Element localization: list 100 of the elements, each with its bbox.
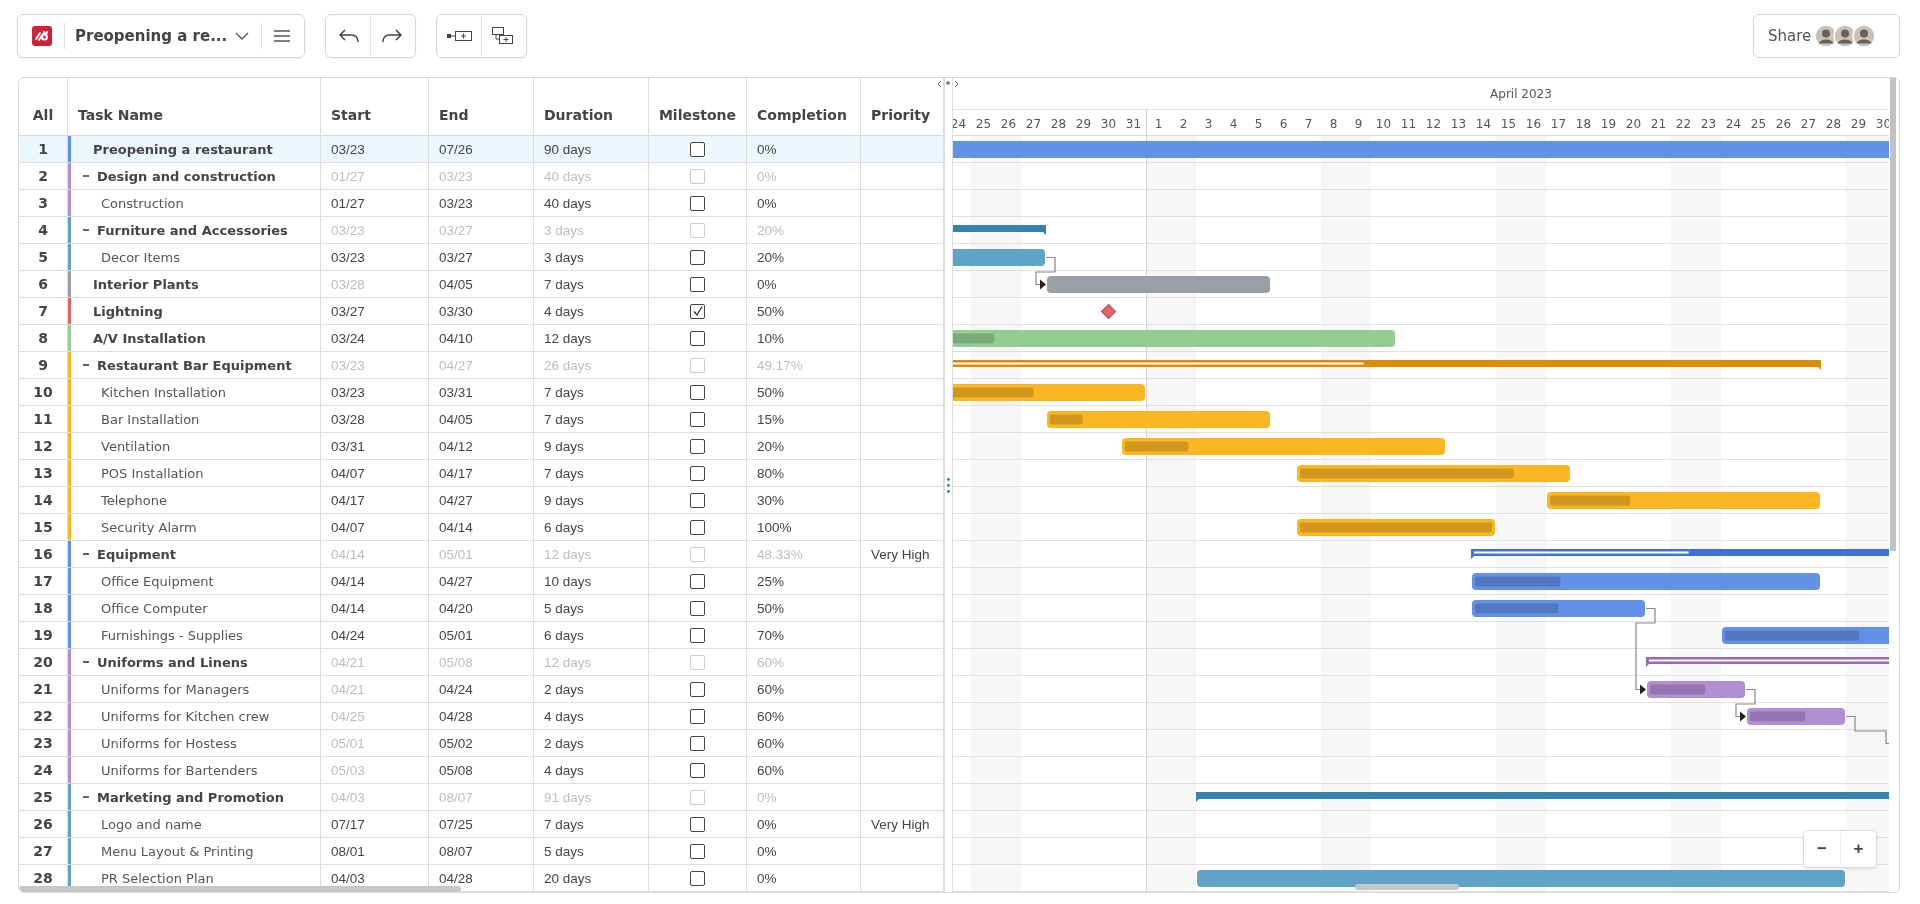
completion: 48.33% bbox=[747, 541, 861, 568]
day-label: 19 bbox=[1600, 117, 1617, 131]
milestone-checkbox[interactable] bbox=[690, 438, 705, 454]
milestone-checkbox[interactable] bbox=[690, 573, 705, 589]
table-row[interactable]: 25 Marketing and Promotion 04/03 08/07 91 days 0% bbox=[19, 784, 944, 811]
table-row[interactable]: 26 Logo and name 07/17 07/25 7 days 0% Very High bbox=[19, 811, 944, 838]
collapse-toggle-icon[interactable] bbox=[83, 794, 89, 800]
horizontal-scrollbar[interactable] bbox=[19, 886, 461, 892]
table-row[interactable]: 17 Office Equipment 04/14 04/27 10 days 25% bbox=[19, 568, 944, 595]
table-row[interactable]: 19 Furnishings - Supplies 04/24 05/01 6 days 70% bbox=[19, 622, 944, 649]
start-date: 03/23 bbox=[321, 352, 429, 379]
table-row[interactable]: 6 Interior Plants 03/28 04/05 7 days 0% bbox=[19, 271, 944, 298]
start-date: 05/03 bbox=[321, 757, 429, 784]
start-date: 08/01 bbox=[321, 838, 429, 865]
start-date: 03/28 bbox=[321, 271, 429, 298]
milestone-checkbox[interactable] bbox=[690, 708, 705, 724]
vertical-scrollbar[interactable] bbox=[1890, 78, 1896, 551]
end-date: 04/14 bbox=[429, 514, 534, 541]
start-date: 04/25 bbox=[321, 703, 429, 730]
end-date: 04/27 bbox=[429, 352, 534, 379]
table-row[interactable]: 16 Equipment 04/14 05/01 12 days 48.33% Very High bbox=[19, 541, 944, 568]
milestone-checkbox[interactable] bbox=[690, 735, 705, 751]
table-row[interactable]: 5 Decor Items 03/23 03/27 3 days 20% bbox=[19, 244, 944, 271]
milestone-checkbox[interactable] bbox=[690, 492, 705, 508]
start-date: 03/28 bbox=[321, 406, 429, 433]
summary-bar[interactable] bbox=[1196, 792, 1889, 802]
table-row[interactable]: 8 A/V Installation 03/24 04/10 12 days 10% bbox=[19, 325, 944, 352]
table-row[interactable]: 2 Design and construction 01/27 03/23 40 days 0% bbox=[19, 163, 944, 190]
table-row[interactable]: 10 Kitchen Installation 03/23 03/31 7 days 50% bbox=[19, 379, 944, 406]
table-row[interactable]: 23 Uniforms for Hostess 05/01 05/02 2 days 60% bbox=[19, 730, 944, 757]
table-row[interactable]: 15 Security Alarm 04/07 04/14 6 days 100% bbox=[19, 514, 944, 541]
milestone-checkbox[interactable] bbox=[690, 195, 705, 211]
start-date: 03/23 bbox=[321, 217, 429, 244]
zoom-out-button[interactable]: − bbox=[1804, 831, 1840, 867]
completion: 0% bbox=[747, 190, 861, 217]
end-date: 03/27 bbox=[429, 217, 534, 244]
end-date: 04/20 bbox=[429, 595, 534, 622]
project-title-dropdown[interactable]: Preopening a re... bbox=[65, 16, 262, 56]
end-date: 05/01 bbox=[429, 622, 534, 649]
resize-grip-icon[interactable] bbox=[947, 477, 950, 493]
start-date: 03/31 bbox=[321, 433, 429, 460]
milestone-checkbox[interactable] bbox=[690, 303, 705, 319]
horizontal-scrollbar[interactable] bbox=[1355, 884, 1459, 890]
collapse-arrows-icon[interactable] bbox=[937, 80, 959, 88]
table-row[interactable]: 4 Furniture and Accessories 03/23 03/27 3 days 20% bbox=[19, 217, 944, 244]
completion: 20% bbox=[747, 433, 861, 460]
day-label: 7 bbox=[1304, 117, 1313, 131]
milestone-checkbox[interactable] bbox=[690, 762, 705, 778]
collapse-toggle-icon[interactable] bbox=[83, 551, 89, 557]
milestone-checkbox[interactable] bbox=[690, 384, 705, 400]
table-row[interactable]: 3 Construction 01/27 03/23 40 days 0% bbox=[19, 190, 944, 217]
completion: 10% bbox=[747, 325, 861, 352]
milestone-checkbox[interactable] bbox=[690, 519, 705, 535]
summary-bar[interactable] bbox=[953, 225, 1046, 235]
duration: 12 days bbox=[534, 649, 649, 676]
table-row[interactable]: 21 Uniforms for Managers 04/21 04/24 2 days 60% bbox=[19, 676, 944, 703]
zoom-in-button[interactable]: + bbox=[1840, 831, 1876, 867]
collapse-toggle-icon[interactable] bbox=[83, 227, 89, 233]
milestone-checkbox[interactable] bbox=[690, 816, 705, 832]
milestone-checkbox[interactable] bbox=[690, 330, 705, 346]
collapse-toggle-icon[interactable] bbox=[83, 362, 89, 368]
table-row[interactable]: 11 Bar Installation 03/28 04/05 7 days 15% bbox=[19, 406, 944, 433]
table-row[interactable]: 1 Preopening a restaurant 03/23 07/26 90 days 0% bbox=[19, 136, 944, 163]
end-date: 08/07 bbox=[429, 784, 534, 811]
table-row[interactable]: 9 Restaurant Bar Equipment 03/23 04/27 26 days 49.17% bbox=[19, 352, 944, 379]
task-name: PR Selection Plan bbox=[101, 870, 214, 886]
day-label: 18 bbox=[1575, 117, 1592, 131]
milestone-checkbox[interactable] bbox=[690, 843, 705, 859]
table-row[interactable]: 27 Menu Layout & Printing 08/01 08/07 5 days 0% bbox=[19, 838, 944, 865]
duration: 90 days bbox=[534, 136, 649, 163]
task-name: Preopening a restaurant bbox=[93, 141, 273, 157]
table-row[interactable]: 7 Lightning 03/27 03/30 4 days 50% bbox=[19, 298, 944, 325]
table-row[interactable]: 14 Telephone 04/17 04/27 9 days 30% bbox=[19, 487, 944, 514]
milestone-checkbox[interactable] bbox=[690, 465, 705, 481]
milestone-checkbox[interactable] bbox=[690, 276, 705, 292]
duration: 7 days bbox=[534, 379, 649, 406]
milestone-checkbox[interactable] bbox=[690, 600, 705, 616]
table-row[interactable]: 13 POS Installation 04/07 04/17 7 days 80% bbox=[19, 460, 944, 487]
duration: 6 days bbox=[534, 514, 649, 541]
day-label: 31 bbox=[1125, 117, 1142, 131]
duration: 10 days bbox=[534, 568, 649, 595]
milestone-checkbox[interactable] bbox=[690, 627, 705, 643]
table-row[interactable]: 18 Office Computer 04/14 04/20 5 days 50% bbox=[19, 595, 944, 622]
completion: 0% bbox=[747, 784, 861, 811]
table-row[interactable]: 24 Uniforms for Bartenders 05/03 05/08 4 days 60% bbox=[19, 757, 944, 784]
day-label: 4 bbox=[1229, 117, 1238, 131]
table-row[interactable]: 20 Uniforms and Linens 04/21 05/08 12 days 60% bbox=[19, 649, 944, 676]
table-row[interactable]: 22 Uniforms for Kitchen crew 04/25 04/28 4 days 60% bbox=[19, 703, 944, 730]
collapse-toggle-icon[interactable] bbox=[83, 173, 89, 179]
milestone-checkbox[interactable] bbox=[690, 411, 705, 427]
duration: 7 days bbox=[534, 406, 649, 433]
milestone-checkbox[interactable] bbox=[690, 870, 705, 886]
share-button[interactable]: Share bbox=[1753, 14, 1900, 58]
start-date: 04/21 bbox=[321, 676, 429, 703]
table-row[interactable]: 12 Ventilation 03/31 04/12 9 days 20% bbox=[19, 433, 944, 460]
collapse-toggle-icon[interactable] bbox=[83, 659, 89, 665]
milestone-checkbox[interactable] bbox=[690, 681, 705, 697]
completion: 70% bbox=[747, 622, 861, 649]
milestone-checkbox[interactable] bbox=[690, 141, 705, 157]
milestone-checkbox[interactable] bbox=[690, 249, 705, 265]
